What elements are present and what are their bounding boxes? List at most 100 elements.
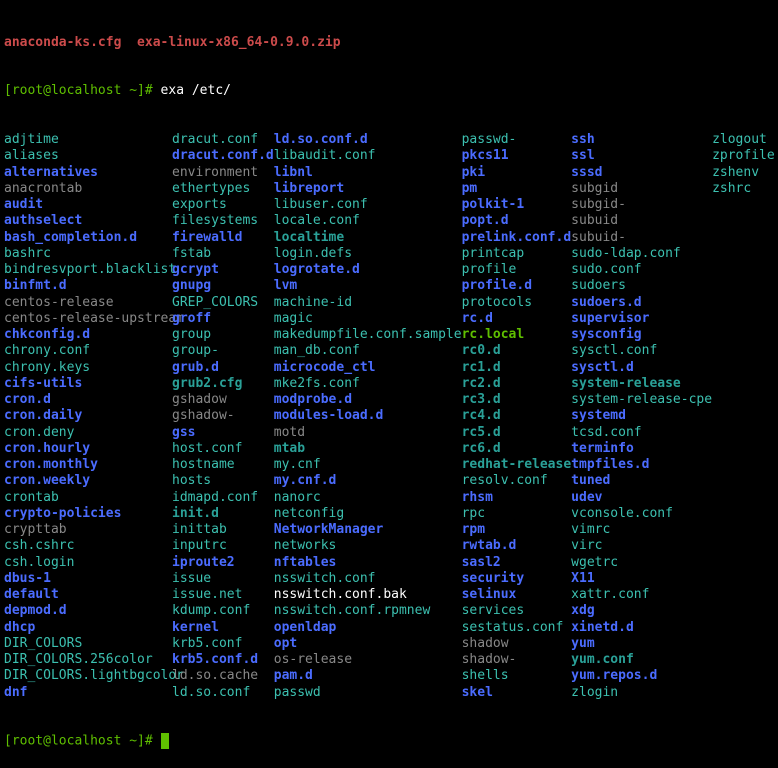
file-entry: sysctl.d [571, 360, 712, 376]
file-entry: nftables [274, 555, 462, 571]
file-entry: alternatives [4, 165, 172, 181]
file-entry: X11 [571, 571, 712, 587]
file-entry: shadow- [462, 652, 572, 668]
file-entry: groff [172, 311, 274, 327]
file-entry: skel [462, 685, 572, 701]
file-entry: pkcs11 [462, 148, 572, 164]
file-entry: dnf [4, 685, 172, 701]
file-entry: iproute2 [172, 555, 274, 571]
file-entry: cron.daily [4, 408, 172, 424]
file-entry: rc5.d [462, 425, 572, 441]
file-entry: polkit-1 [462, 197, 572, 213]
file-entry: grub2.cfg [172, 376, 274, 392]
file-entry: DIR_COLORS [4, 636, 172, 652]
listing: adjtimealiasesalternativesanacrontabaudi… [4, 132, 774, 701]
file-entry: firewalld [172, 230, 274, 246]
file-entry: crontab [4, 490, 172, 506]
file-entry: yum.repos.d [571, 668, 712, 684]
file-entry: mtab [274, 441, 462, 457]
file-entry: libuser.conf [274, 197, 462, 213]
file-entry: tcsd.conf [571, 425, 712, 441]
file-entry: services [462, 603, 572, 619]
file-entry: tmpfiles.d [571, 457, 712, 473]
file-entry: ssh [571, 132, 712, 148]
prompt-line-2[interactable]: [root@localhost ~]# [4, 733, 774, 750]
file-entry: sudoers [571, 278, 712, 294]
file-entry: localtime [274, 230, 462, 246]
file-entry: kernel [172, 620, 274, 636]
file-entry: profile.d [462, 278, 572, 294]
file-entry: sudo.conf [571, 262, 712, 278]
file-entry: libreport [274, 181, 462, 197]
file-entry: group- [172, 343, 274, 359]
listing-col-1: dracut.confdracut.conf.denvironmentether… [172, 132, 274, 701]
file-entry: rpc [462, 506, 572, 522]
file-entry: lvm [274, 278, 462, 294]
file-entry: authselect [4, 213, 172, 229]
file-entry: exports [172, 197, 274, 213]
file-entry: mke2fs.conf [274, 376, 462, 392]
file-entry: zlogin [571, 685, 712, 701]
file-entry: resolv.conf [462, 473, 572, 489]
file-entry: zlogout [712, 132, 775, 148]
prompt-line-1: [root@localhost ~]# exa /etc/ [4, 83, 774, 99]
file-entry: libaudit.conf [274, 148, 462, 164]
file-entry: dracut.conf [172, 132, 274, 148]
file-entry: systemd [571, 408, 712, 424]
file-entry: init.d [172, 506, 274, 522]
file-entry: idmapd.conf [172, 490, 274, 506]
file-entry: DIR_COLORS.lightbgcolor [4, 668, 172, 684]
file-entry: chkconfig.d [4, 327, 172, 343]
file-entry: modules-load.d [274, 408, 462, 424]
file-entry: tuned [571, 473, 712, 489]
file-entry: sysconfig [571, 327, 712, 343]
file-entry: ssl [571, 148, 712, 164]
file-entry: nsswitch.conf [274, 571, 462, 587]
file-entry: depmod.d [4, 603, 172, 619]
file-entry: virc [571, 538, 712, 554]
file-entry: subgid [571, 181, 712, 197]
file-entry: sssd [571, 165, 712, 181]
file-entry: openldap [274, 620, 462, 636]
file-entry: microcode_ctl [274, 360, 462, 376]
file-entry: anacrontab [4, 181, 172, 197]
file-entry: GREP_COLORS [172, 295, 274, 311]
file-entry: profile [462, 262, 572, 278]
file-entry: csh.login [4, 555, 172, 571]
file-entry: ld.so.conf.d [274, 132, 462, 148]
listing-col-2: ld.so.conf.dlibaudit.conflibnllibreportl… [274, 132, 462, 701]
file-entry: xinetd.d [571, 620, 712, 636]
file-entry: chrony.keys [4, 360, 172, 376]
file-entry: filesystems [172, 213, 274, 229]
file-entry: shells [462, 668, 572, 684]
file-entry: DIR_COLORS.256color [4, 652, 172, 668]
file-entry: logrotate.d [274, 262, 462, 278]
file-entry: krb5.conf [172, 636, 274, 652]
file-entry: vconsole.conf [571, 506, 712, 522]
file-entry: cifs-utils [4, 376, 172, 392]
file-entry: ethertypes [172, 181, 274, 197]
file-entry: issue.net [172, 587, 274, 603]
file-entry: dbus-1 [4, 571, 172, 587]
file-entry: printcap [462, 246, 572, 262]
file-entry: grub.d [172, 360, 274, 376]
file-entry: gss [172, 425, 274, 441]
file-entry: magic [274, 311, 462, 327]
prev-output-line: anaconda-ks.cfg exa-linux-x86_64-0.9.0.z… [4, 35, 774, 51]
terminal[interactable]: anaconda-ks.cfg exa-linux-x86_64-0.9.0.z… [0, 0, 778, 768]
file-entry: xattr.conf [571, 587, 712, 603]
file-entry: my.cnf.d [274, 473, 462, 489]
file-entry: os-release [274, 652, 462, 668]
file-entry: subuid- [571, 230, 712, 246]
prompt-user: [root@localhost ~]# [4, 83, 153, 98]
file-entry: dracut.conf.d [172, 148, 274, 164]
file-entry: inittab [172, 522, 274, 538]
file-entry: host.conf [172, 441, 274, 457]
file-entry: yum.conf [571, 652, 712, 668]
file-entry: hosts [172, 473, 274, 489]
file-entry: csh.cshrc [4, 538, 172, 554]
file-entry: opt [274, 636, 462, 652]
file-entry: rc4.d [462, 408, 572, 424]
file-entry: issue [172, 571, 274, 587]
file-entry: audit [4, 197, 172, 213]
